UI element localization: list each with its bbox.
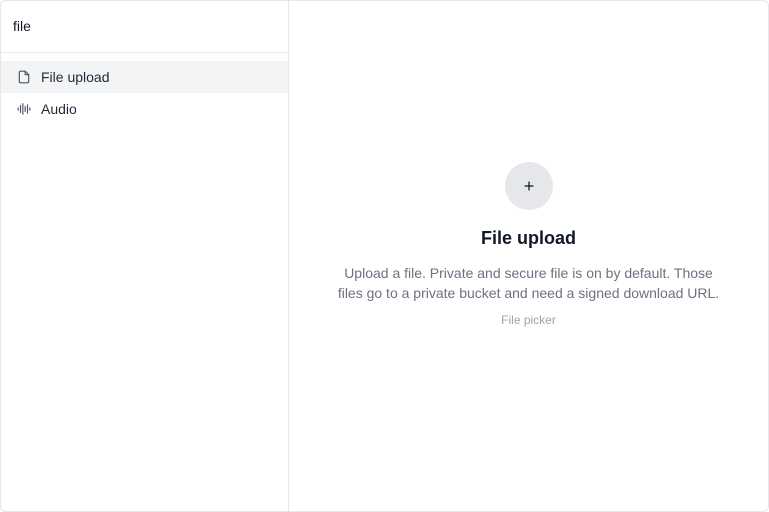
item-list: File upload Audio (1, 53, 288, 125)
component-picker-window: File upload Audio (0, 0, 769, 512)
detail-pane: File upload Upload a file. Private and s… (289, 1, 768, 511)
detail-panel: File upload Upload a file. Private and s… (289, 162, 768, 327)
list-item-label: File upload (41, 69, 110, 85)
audio-waveform-icon (17, 102, 31, 116)
list-item-audio[interactable]: Audio (1, 93, 288, 125)
detail-description: Upload a file. Private and secure file i… (337, 265, 720, 301)
file-icon (17, 70, 31, 84)
list-item-file-upload[interactable]: File upload (1, 61, 288, 93)
search-input[interactable] (13, 17, 276, 34)
add-button[interactable] (504, 162, 553, 210)
detail-title: File upload (480, 228, 576, 248)
plus-icon (523, 180, 535, 192)
search-bar (1, 1, 288, 53)
detail-meta: File picker (501, 313, 556, 327)
left-pane: File upload Audio (1, 1, 289, 511)
list-item-label: Audio (41, 101, 77, 117)
